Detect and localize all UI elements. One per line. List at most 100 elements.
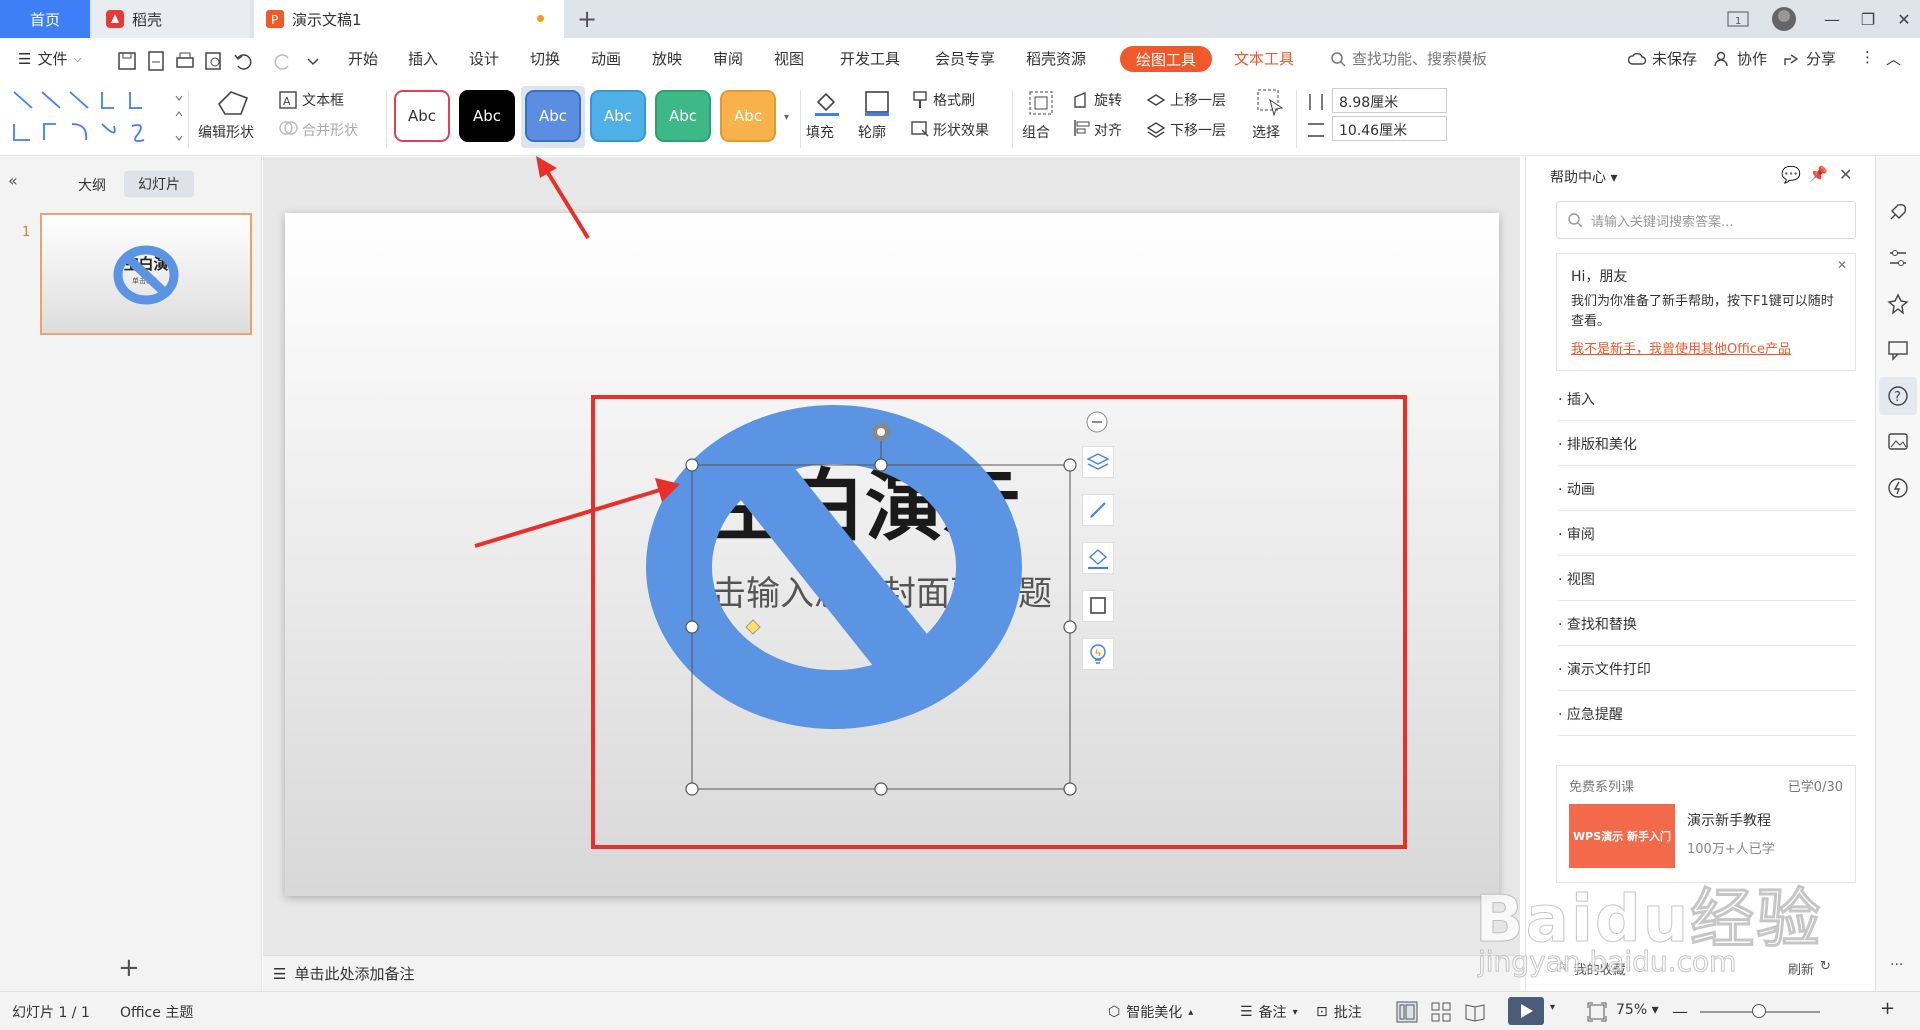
tab-outline[interactable]: 大纲 [78,175,106,195]
edit-shape-button[interactable]: 编辑形状 [198,122,254,142]
save-icon[interactable] [116,50,138,72]
format-painter-button[interactable]: 格式刷 [933,90,975,110]
connector-gallery[interactable] [10,88,182,148]
play-slideshow-button[interactable] [1508,997,1544,1025]
restore-button[interactable]: ❐ [1848,0,1888,38]
no-symbol-shape[interactable] [646,405,1022,729]
tab-slides[interactable]: 幻灯片 [124,171,194,197]
experienced-user-link[interactable]: 我不是新手，我曾使用其他Office产品 [1571,338,1841,357]
pin-icon[interactable]: 📌 [1809,165,1828,183]
tab-document[interactable]: P 演示文稿1 [254,0,564,38]
collapse-toolbar-icon[interactable] [1085,410,1109,434]
bring-forward-button[interactable]: 上移一层 [1170,90,1226,110]
chat-icon[interactable]: 💬 [1781,165,1801,184]
style-swatch-5[interactable]: Abc [655,90,711,142]
select-button[interactable]: 选择 [1252,122,1280,142]
menu-review[interactable]: 审阅 [713,48,743,69]
menu-view[interactable]: 视图 [774,48,804,69]
more-menu-icon[interactable]: ⋮ [1860,48,1875,66]
star-outline-icon[interactable] [1887,293,1909,315]
help-item-find-replace[interactable]: · 查找和替换 [1558,602,1856,646]
style-swatch-3[interactable]: Abc [525,90,581,142]
style-swatch-6[interactable]: Abc [720,90,776,142]
fit-window-icon[interactable] [1586,1001,1608,1023]
file-menu[interactable]: ☰ 文件 ⌵ [18,48,82,69]
unsaved-button[interactable]: 未保存 [1628,48,1697,69]
undo-icon[interactable] [232,50,254,72]
quick-outline-button[interactable] [1082,590,1114,622]
quick-access-more-icon[interactable] [302,50,324,72]
tab-docer[interactable]: 稻壳 [92,0,250,38]
menu-slideshow[interactable]: 放映 [652,48,682,69]
sliders-icon[interactable] [1887,247,1909,269]
menu-developer[interactable]: 开发工具 [840,48,900,69]
group-button[interactable]: 组合 [1022,122,1050,142]
zoom-in-button[interactable]: + [1880,998,1895,1019]
course-card[interactable]: 免费系列课 已学0/30 WPS演示 新手入门 演示新手教程 100万+人已学 [1556,765,1856,883]
menu-member[interactable]: 会员专享 [935,48,995,69]
pen-button[interactable] [1082,494,1114,526]
collapse-ribbon-icon[interactable]: ︿ [1886,48,1901,69]
shape-effects-button[interactable]: 形状效果 [933,120,989,140]
smart-suggest-button[interactable] [1082,638,1114,670]
tab-home[interactable]: 首页 [0,0,90,38]
function-search[interactable]: 查找功能、搜索模板 [1330,48,1487,69]
shape-width-input[interactable]: 10.46厘米 [1332,116,1447,141]
collapse-panel-icon[interactable]: « [8,171,18,190]
slide-sorter-icon[interactable] [1430,1001,1452,1023]
redo-icon[interactable] [272,50,294,72]
window-layout-icon[interactable]: 1 [1718,0,1758,38]
theme-name[interactable]: Office 主题 [120,1002,193,1022]
layer-button[interactable] [1082,446,1114,478]
menu-design[interactable]: 设计 [469,48,499,69]
zoom-slider-thumb[interactable] [1752,1004,1766,1018]
comments-button[interactable]: ⊡ 批注 [1316,1002,1362,1022]
collaborate-button[interactable]: 协作 [1713,48,1767,69]
text-box-button[interactable]: 文本框 [302,90,344,110]
menu-transition[interactable]: 切换 [530,48,560,69]
help-search-input[interactable]: 请输入关键词搜索答案... [1556,201,1856,239]
help-item-insert[interactable]: · 插入 [1558,377,1856,421]
close-welcome-icon[interactable]: ✕ [1837,258,1847,272]
help-item-layout[interactable]: · 排版和美化 [1558,422,1856,466]
close-window-button[interactable]: ✕ [1884,0,1920,38]
help-item-animation[interactable]: · 动画 [1558,467,1856,511]
refresh-button[interactable]: 刷新 ↻ [1788,959,1831,978]
zoom-level[interactable]: 75% ▾ [1616,1002,1659,1018]
normal-view-icon[interactable] [1396,1001,1418,1023]
print-icon[interactable] [174,50,196,72]
style-gallery-more-icon[interactable]: ▾ [784,112,789,123]
menu-insert[interactable]: 插入 [408,48,438,69]
slide-thumbnail[interactable]: 空白演 单击输入 [40,213,252,335]
adjust-handle[interactable] [745,619,761,635]
help-item-review[interactable]: · 审阅 [1558,512,1856,556]
image-edit-icon[interactable] [1887,431,1909,453]
help-item-emergency[interactable]: · 应急提醒 [1558,692,1856,736]
shape-height-input[interactable]: 8.98厘米 [1332,88,1447,113]
zoom-out-button[interactable]: — [1672,1002,1688,1021]
menu-animation[interactable]: 动画 [591,48,621,69]
add-tab-button[interactable]: + [572,0,602,38]
notes-toggle-button[interactable]: ☰ 备注 ▾ [1240,1002,1298,1022]
menu-docer-resources[interactable]: 稻壳资源 [1026,48,1086,69]
notes-placeholder[interactable]: ☰ 单击此处添加备注 [273,963,414,984]
slide[interactable]: 空白演示 单击输入您的封面副标题 [285,213,1499,896]
help-center-title[interactable]: 帮助中心 ▾ [1550,167,1617,187]
notes-bar[interactable]: ☰ 单击此处添加备注 [263,955,1520,991]
outline-button[interactable]: 轮廓 [858,122,886,142]
lightning-icon[interactable] [1887,477,1909,499]
more-icon[interactable]: ··· [1890,957,1903,973]
reading-view-icon[interactable] [1464,1001,1486,1023]
avatar[interactable] [1764,0,1804,38]
help-item-view[interactable]: · 视图 [1558,557,1856,601]
help-item-print[interactable]: · 演示文件打印 [1558,647,1856,691]
smart-beautify-button[interactable]: ⬡ 智能美化 ▴ [1108,1002,1193,1022]
merge-shape-button[interactable]: 合并形状 [302,120,358,140]
style-swatch-4[interactable]: Abc [590,90,646,142]
comment-icon[interactable] [1887,339,1909,361]
share-button[interactable]: 分享 [1782,48,1836,69]
export-pdf-icon[interactable] [145,50,167,72]
rocket-icon[interactable] [1887,201,1909,223]
send-backward-button[interactable]: 下移一层 [1170,120,1226,140]
menu-start[interactable]: 开始 [348,48,378,69]
